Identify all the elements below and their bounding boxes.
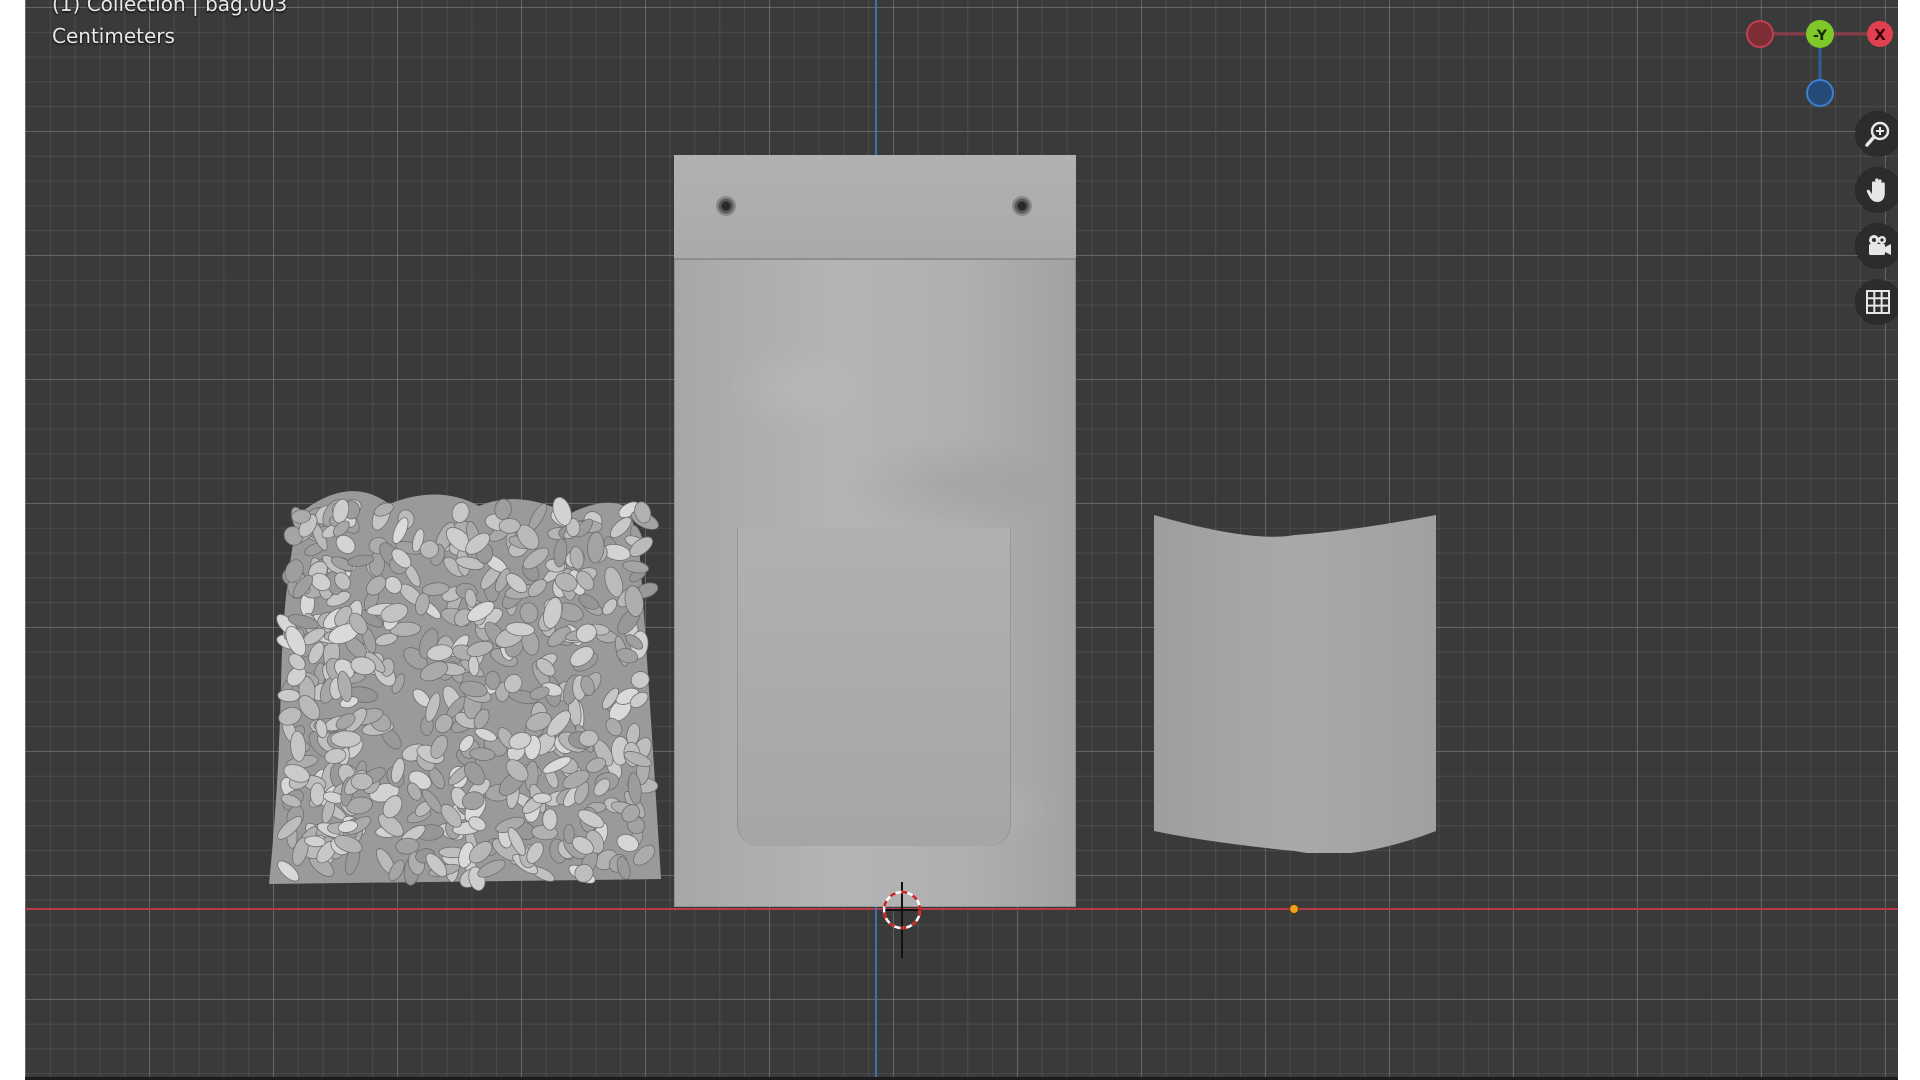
pan-button[interactable]	[1856, 168, 1898, 212]
grommet-right	[1012, 196, 1032, 216]
zoom-button[interactable]	[1856, 112, 1898, 156]
ortho-toggle-button[interactable]	[1856, 280, 1898, 324]
navigation-gizmo[interactable]: X -Y	[1740, 10, 1898, 120]
grommet-left	[716, 196, 736, 216]
camera-icon	[1869, 235, 1891, 255]
gizmo-neg-x-handle	[1746, 20, 1774, 48]
label-panel-object[interactable]	[1152, 513, 1438, 853]
object-origin-dot	[1290, 905, 1298, 913]
gizmo-y-label: -Y	[1813, 28, 1828, 44]
viewport-info-collection: (1) Collection | bag.003	[52, 0, 288, 16]
3d-viewport[interactable]: (1) Collection | bag.003 Centimeters X -…	[25, 0, 1898, 1077]
bag-front-pocket	[737, 528, 1011, 846]
coffee-beans-object[interactable]	[269, 484, 664, 892]
x-axis-line	[25, 908, 1898, 910]
zoom-in-icon	[1865, 121, 1890, 147]
3d-cursor[interactable]	[882, 882, 922, 958]
gizmo-neg-z-handle	[1806, 79, 1834, 107]
camera-view-button[interactable]	[1856, 224, 1898, 268]
viewport-info-units: Centimeters	[52, 24, 175, 48]
gizmo-x-label: X	[1874, 26, 1886, 44]
hand-icon	[1866, 178, 1885, 202]
grid-icon	[1866, 290, 1890, 314]
bag-object[interactable]	[674, 155, 1076, 907]
